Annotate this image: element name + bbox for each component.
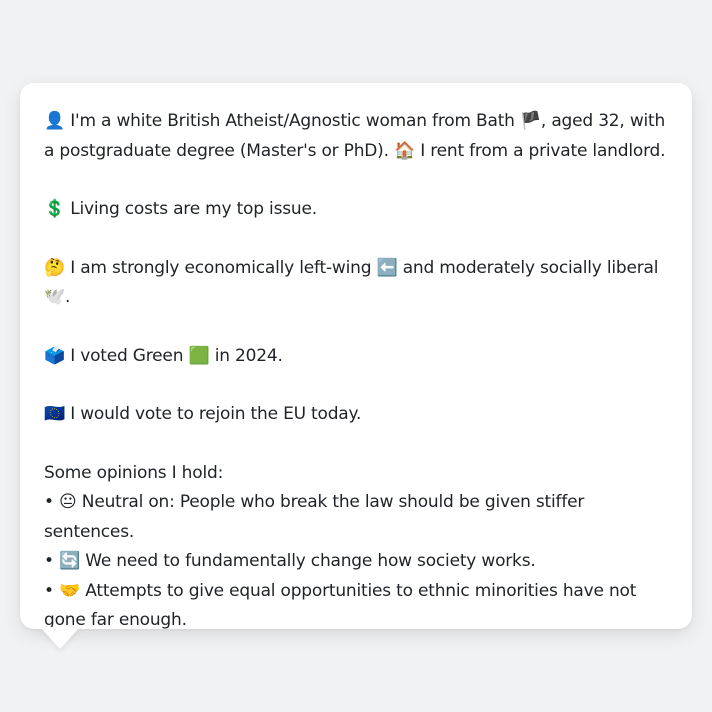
vote-year-text: in 2024. — [214, 345, 283, 366]
message-text: 👤 I'm a white British Atheist/Agnostic w… — [44, 107, 668, 636]
bullet: • — [44, 580, 54, 601]
opinion-item: • 🔄 We need to fundamentally change how … — [44, 547, 668, 577]
politics-paragraph: 🤔 I am strongly economically left-wing ⬅… — [44, 254, 668, 313]
opinion-text: Attempts to give equal opportunities to … — [44, 580, 637, 631]
issue-text: Living costs are my top issue. — [70, 199, 317, 219]
social-text: and moderately socially liberal — [402, 257, 659, 278]
eu-flag-icon: 🇪🇺 — [44, 404, 65, 424]
politics-end: . — [64, 287, 71, 307]
eu-text: I would vote to rejoin the EU today. — [70, 404, 362, 424]
identity-text: I'm a white British Atheist/Agnostic wom… — [70, 111, 515, 131]
neutral-face-icon: 😐 — [59, 492, 77, 512]
ballot-box-icon: 🗳️ — [44, 345, 65, 366]
dollar-icon: 💲 — [44, 199, 65, 219]
person-icon: 👤 — [44, 111, 65, 131]
profile-paragraph: 👤 I'm a white British Atheist/Agnostic w… — [44, 107, 668, 166]
left-arrow-icon: ⬅️ — [376, 257, 398, 278]
repeat-icon: 🔄 — [59, 551, 81, 571]
opinion-item: • 🤝 Attempts to give equal opportunities… — [44, 577, 668, 636]
bullet: • — [44, 551, 54, 571]
vote-text: I voted Green — [70, 345, 184, 366]
housing-text: I rent from a private landlord. — [420, 140, 666, 161]
economic-text: I am strongly economically left-wing — [70, 257, 372, 278]
handshake-icon: 🤝 — [59, 580, 81, 601]
opinion-text: Neutral on: People who break the law sho… — [44, 492, 585, 542]
thinking-face-icon: 🤔 — [44, 257, 65, 278]
issue-paragraph: 💲 Living costs are my top issue. — [44, 195, 668, 225]
england-flag-icon: 🏴 — [519, 111, 541, 131]
eu-paragraph: 🇪🇺 I would vote to rejoin the EU today. — [44, 400, 668, 430]
dove-icon: 🕊️ — [44, 287, 65, 307]
chat-bubble: 👤 I'm a white British Atheist/Agnostic w… — [20, 83, 692, 630]
opinion-text: We need to fundamentally change how soci… — [85, 551, 536, 571]
bullet: • — [44, 492, 54, 512]
green-square-icon: 🟩 — [188, 345, 210, 366]
vote-paragraph: 🗳️ I voted Green 🟩 in 2024. — [44, 342, 668, 372]
opinions-heading: Some opinions I hold: — [44, 462, 224, 483]
house-icon: 🏠 — [394, 140, 415, 161]
bubble-tail — [40, 627, 80, 649]
opinion-item: • 😐 Neutral on: People who break the law… — [44, 488, 668, 547]
